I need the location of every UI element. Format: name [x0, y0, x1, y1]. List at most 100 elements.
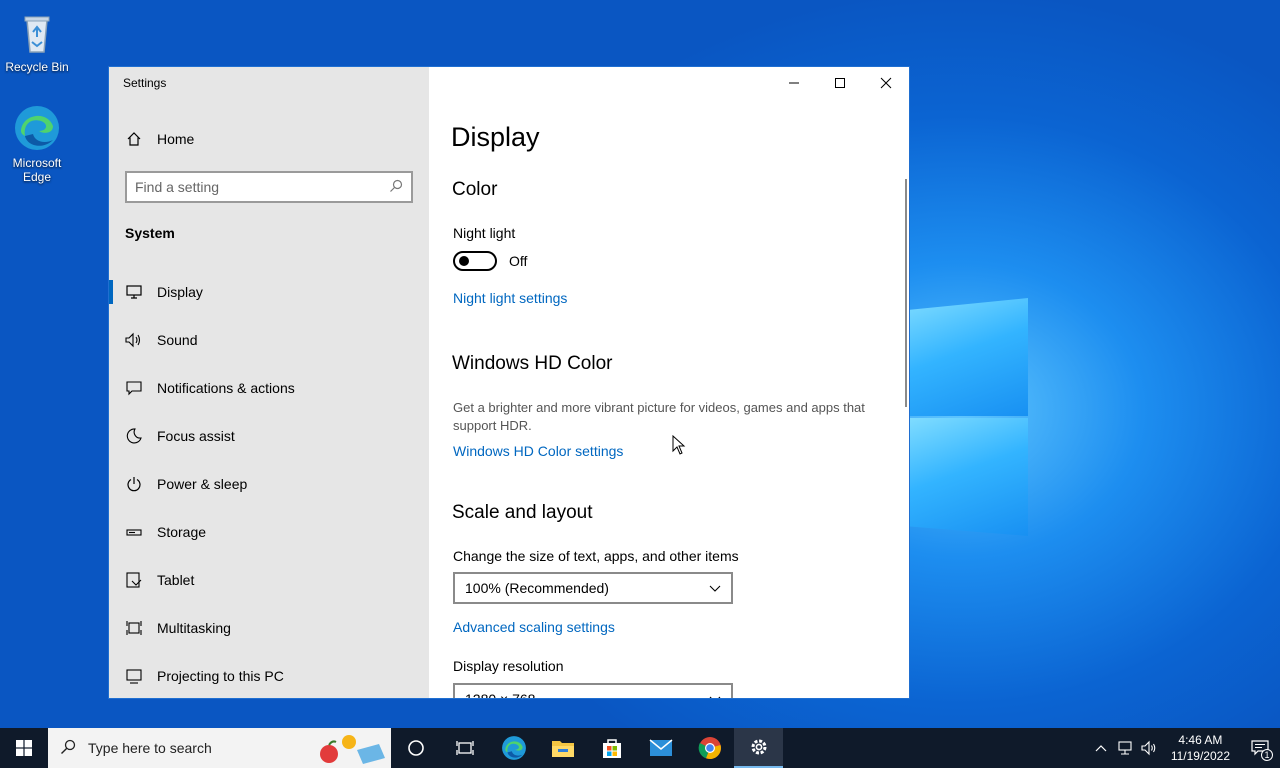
window-caption-buttons [771, 67, 909, 99]
task-view-button[interactable] [440, 728, 489, 768]
settings-content-pane: Display Color Night light Off Night ligh… [429, 67, 909, 698]
mouse-cursor-icon [672, 434, 686, 460]
nav-item-projecting[interactable]: Projecting to this PC [109, 652, 429, 698]
nav-item-power-sleep[interactable]: Power & sleep [109, 460, 429, 508]
search-icon [389, 179, 403, 196]
recycle-bin-icon [13, 8, 61, 56]
close-button[interactable] [863, 67, 909, 99]
nav-item-label: Projecting to this PC [157, 668, 284, 684]
windows-logo-pane [910, 298, 1028, 416]
cortana-button[interactable] [391, 728, 440, 768]
system-tray: 4:46 AM 11/19/2022 1 [1089, 728, 1280, 768]
minimize-button[interactable] [771, 67, 817, 99]
settings-nav-pane: Settings Home System Display [109, 67, 429, 698]
chevron-down-icon [709, 580, 721, 596]
desktop-icon-label: Microsoft Edge [12, 156, 62, 184]
minimize-icon [789, 82, 799, 84]
home-icon [125, 130, 143, 148]
maximize-button[interactable] [817, 67, 863, 99]
taskbar-edge-button[interactable] [489, 728, 538, 768]
tablet-icon [125, 571, 143, 589]
hd-color-settings-link[interactable]: Windows HD Color settings [453, 443, 623, 459]
desktop-icon-edge[interactable]: Microsoft Edge [0, 104, 74, 184]
windows-logo-pane [910, 418, 1028, 536]
nav-item-tablet[interactable]: Tablet [109, 556, 429, 604]
find-setting-input[interactable] [135, 179, 389, 195]
monitor-icon [125, 283, 143, 301]
hd-color-heading: Windows HD Color [452, 353, 613, 374]
night-light-label: Night light [453, 225, 516, 241]
mail-button[interactable] [636, 728, 685, 768]
hd-color-description: Get a brighter and more vibrant picture … [453, 400, 865, 433]
multitasking-icon [125, 619, 143, 637]
action-center-button[interactable]: 1 [1240, 728, 1280, 768]
nav-home[interactable]: Home [125, 130, 194, 148]
night-light-settings-link[interactable]: Night light settings [453, 290, 567, 306]
settings-icon [751, 739, 766, 755]
settings-taskbar-button[interactable] [734, 728, 783, 768]
desktop-icon-label: Recycle Bin [5, 60, 69, 74]
display-resolution-label: Display resolution [453, 658, 564, 674]
mail-icon [649, 739, 672, 756]
scale-dropdown[interactable]: 100% (Recommended) [453, 572, 733, 604]
nav-item-storage[interactable]: Storage [109, 508, 429, 556]
taskbar-search-input[interactable] [88, 740, 288, 756]
edge-icon [13, 104, 61, 152]
notification-icon [125, 379, 143, 397]
nav-item-label: Sound [157, 332, 198, 348]
projecting-icon [125, 667, 143, 685]
nav-section-title: System [125, 225, 175, 241]
find-setting-search[interactable] [125, 171, 413, 203]
store-icon [602, 739, 621, 758]
nav-item-label: Multitasking [157, 620, 231, 636]
moon-icon [125, 427, 143, 445]
task-view-icon [455, 741, 474, 755]
nav-item-label: Power & sleep [157, 476, 248, 492]
close-icon [880, 77, 892, 89]
nav-item-label: Focus assist [157, 428, 235, 444]
taskbar-search-box[interactable] [48, 728, 391, 768]
search-icon [60, 739, 76, 758]
network-button[interactable] [1113, 728, 1137, 768]
color-heading: Color [452, 179, 498, 200]
nav-item-display[interactable]: Display [109, 268, 429, 316]
night-light-state: Off [509, 253, 528, 269]
cortana-icon [407, 740, 424, 756]
resolution-dropdown[interactable]: 1280 × 768 [453, 683, 733, 699]
nav-item-sound[interactable]: Sound [109, 316, 429, 364]
search-highlight-icon [317, 730, 387, 768]
nav-item-notifications[interactable]: Notifications & actions [109, 364, 429, 412]
desktop-icon-recycle-bin[interactable]: Recycle Bin [0, 8, 74, 74]
storage-icon [125, 523, 143, 541]
nav-item-focus-assist[interactable]: Focus assist [109, 412, 429, 460]
chrome-button[interactable] [685, 728, 734, 768]
nav-list: Display Sound Notifications & actions Fo… [109, 268, 429, 698]
show-hidden-icons-button[interactable] [1089, 728, 1113, 768]
nav-item-label: Tablet [157, 572, 195, 588]
file-explorer-icon [551, 741, 574, 757]
network-icon [1118, 741, 1132, 755]
windows-start-icon [16, 740, 32, 756]
taskbar: 4:46 AM 11/19/2022 1 [0, 728, 1280, 768]
taskbar-clock[interactable]: 4:46 AM 11/19/2022 [1161, 732, 1240, 764]
night-light-toggle[interactable] [453, 251, 497, 271]
power-icon [125, 475, 143, 493]
maximize-icon [835, 78, 845, 88]
start-button[interactable] [0, 728, 48, 768]
file-explorer-button[interactable] [538, 728, 587, 768]
store-button[interactable] [587, 728, 636, 768]
night-light-toggle-row: Off [453, 251, 527, 271]
chevron-down-icon [709, 691, 721, 698]
volume-button[interactable] [1137, 728, 1161, 768]
nav-home-label: Home [157, 131, 195, 147]
clock-time: 4:46 AM [1178, 733, 1223, 747]
scrollbar[interactable] [905, 179, 907, 407]
chevron-up-icon [1095, 745, 1107, 752]
window-title: Settings [123, 76, 167, 90]
nav-item-label: Notifications & actions [157, 380, 295, 396]
nav-item-label: Display [157, 284, 203, 300]
nav-item-multitasking[interactable]: Multitasking [109, 604, 429, 652]
text-size-label: Change the size of text, apps, and other… [453, 548, 739, 564]
advanced-scaling-link[interactable]: Advanced scaling settings [453, 619, 615, 635]
resolution-dropdown-value: 1280 × 768 [465, 691, 536, 699]
